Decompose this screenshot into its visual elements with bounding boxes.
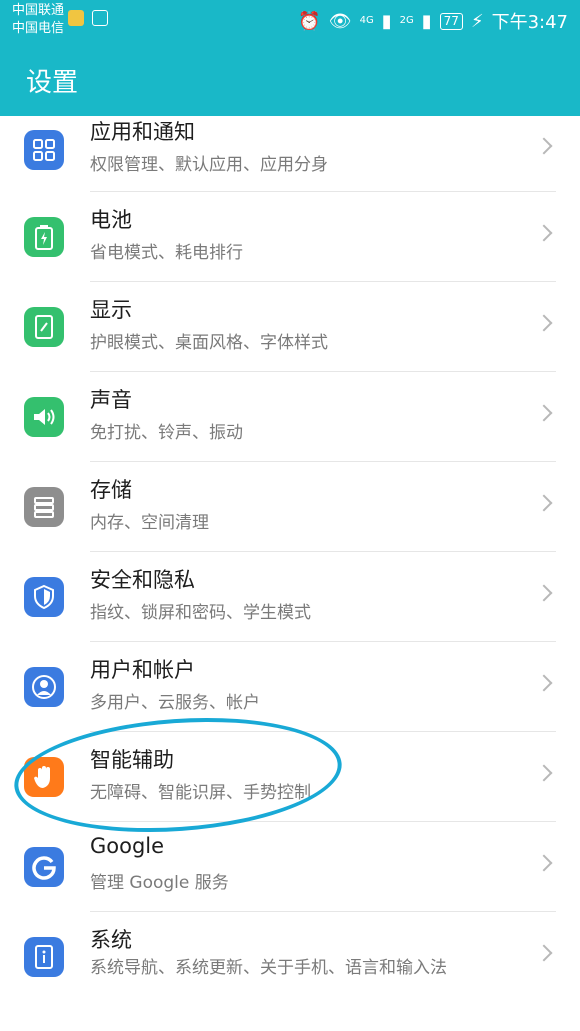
chevron-right-icon — [535, 137, 553, 155]
item-title: 应用和通知 — [90, 120, 195, 144]
settings-item-sound[interactable]: 声音 免打扰、铃声、振动 — [0, 372, 580, 462]
settings-item-battery[interactable]: 电池 省电模式、耗电排行 — [0, 192, 580, 282]
signal-icon-2: ▮ — [421, 10, 432, 32]
chevron-right-icon — [535, 944, 553, 962]
chevron-right-icon — [535, 764, 553, 782]
apps-grid-icon — [24, 130, 64, 170]
display-icon — [24, 307, 64, 347]
item-subtitle: 指纹、锁屏和密码、学生模式 — [90, 603, 311, 623]
item-subtitle: 免打扰、铃声、振动 — [90, 423, 243, 443]
settings-item-google[interactable]: Google 管理 Google 服务 — [0, 822, 580, 912]
item-subtitle: 护眼模式、桌面风格、字体样式 — [90, 333, 328, 353]
carrier-info: 中国联通 中国电信 — [12, 2, 64, 38]
item-title: 用户和帐户 — [90, 658, 195, 682]
item-subtitle: 权限管理、默认应用、应用分身 — [90, 155, 328, 175]
chevron-right-icon — [535, 314, 553, 332]
status-bar: 中国联通 中国电信 ⏰ 👁 4G ▮ 2G ▮ 77 ⚡ 下午3:47 — [0, 0, 580, 40]
network-4g-label: 4G — [359, 15, 374, 26]
chevron-right-icon — [535, 674, 553, 692]
carrier-2: 中国电信 — [12, 21, 65, 36]
app-notification-icon — [68, 10, 84, 26]
app-bar: 设置 — [0, 40, 580, 116]
settings-item-security[interactable]: 安全和隐私 指纹、锁屏和密码、学生模式 — [0, 552, 580, 642]
settings-item-system[interactable]: 系统 系统导航、系统更新、关于手机、语言和输入法 — [0, 912, 580, 1022]
item-title: 智能辅助 — [90, 748, 174, 772]
chevron-right-icon — [535, 854, 553, 872]
item-subtitle: 管理 Google 服务 — [90, 873, 229, 893]
item-subtitle: 无障碍、智能识屏、手势控制 — [90, 783, 311, 803]
chevron-right-icon — [535, 404, 553, 422]
item-title: 存储 — [90, 478, 132, 502]
settings-item-storage[interactable]: 存储 内存、空间清理 — [0, 462, 580, 552]
battery-icon — [24, 217, 64, 257]
item-subtitle: 内存、空间清理 — [90, 513, 209, 533]
hand-icon — [24, 757, 64, 797]
chevron-right-icon — [535, 224, 553, 242]
page-title: 设置 — [26, 68, 79, 98]
carrier-1: 中国联通 — [12, 3, 65, 18]
item-title: 声音 — [90, 388, 132, 412]
user-icon — [24, 667, 64, 707]
item-subtitle: 多用户、云服务、帐户 — [90, 693, 260, 713]
signal-icon-1: ▮ — [381, 10, 392, 32]
item-subtitle: 系统导航、系统更新、关于手机、语言和输入法 — [90, 958, 447, 978]
settings-item-accounts[interactable]: 用户和帐户 多用户、云服务、帐户 — [0, 642, 580, 732]
item-title: 安全和隐私 — [90, 568, 195, 592]
eye-comfort-icon: 👁 — [328, 10, 352, 32]
storage-icon — [24, 487, 64, 527]
chevron-right-icon — [535, 494, 553, 512]
battery-level: 77 — [439, 12, 463, 30]
info-icon — [24, 937, 64, 977]
notification-icons — [68, 10, 108, 26]
alarm-icon: ⏰ — [298, 10, 321, 32]
item-title: 电池 — [90, 208, 132, 232]
item-subtitle: 省电模式、耗电排行 — [90, 243, 243, 263]
network-2g-label: 2G — [399, 15, 414, 26]
google-g-icon — [24, 847, 64, 887]
activity-icon — [92, 10, 108, 26]
item-title: 显示 — [90, 298, 132, 322]
settings-item-smart-assist[interactable]: 智能辅助 无障碍、智能识屏、手势控制 — [0, 732, 580, 822]
speaker-icon — [24, 397, 64, 437]
clock: 下午3:47 — [491, 12, 568, 33]
settings-item-apps[interactable]: 应用和通知 权限管理、默认应用、应用分身 — [0, 116, 580, 192]
settings-item-display[interactable]: 显示 护眼模式、桌面风格、字体样式 — [0, 282, 580, 372]
chevron-right-icon — [535, 584, 553, 602]
shield-icon — [24, 577, 64, 617]
item-title: Google — [90, 834, 165, 858]
status-right: ⏰ 👁 4G ▮ 2G ▮ 77 ⚡ 下午3:47 — [298, 8, 568, 34]
item-title: 系统 — [90, 928, 132, 952]
settings-list: 应用和通知 权限管理、默认应用、应用分身 电池 省电模式、耗电排行 显示 护眼模… — [0, 116, 580, 1022]
charging-icon: ⚡ — [470, 10, 484, 32]
